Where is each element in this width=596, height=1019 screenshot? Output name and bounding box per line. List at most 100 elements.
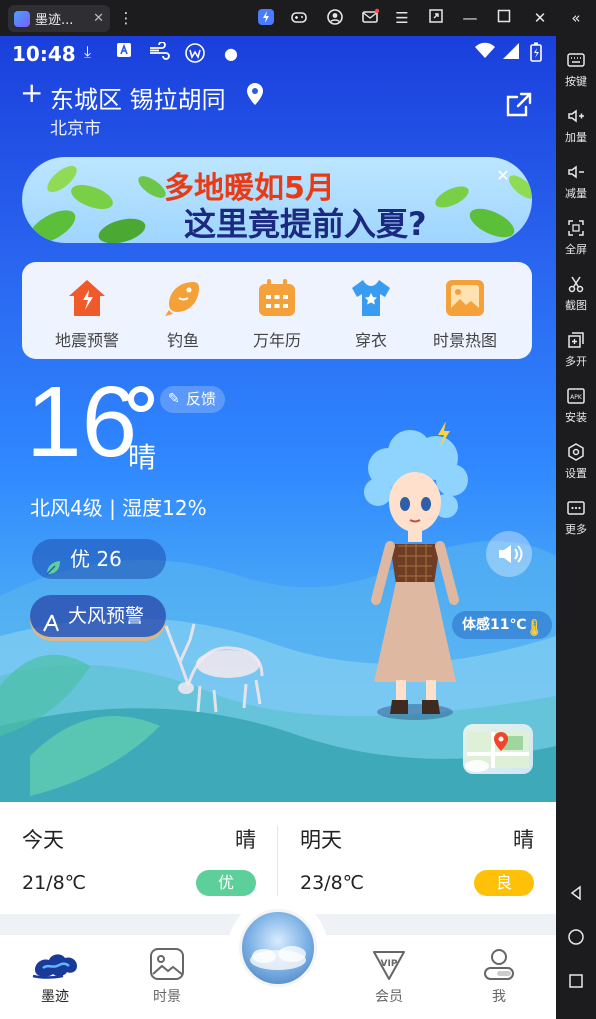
- quick-item-label: 穿衣: [354, 331, 387, 350]
- collapse-sidebar-icon[interactable]: «: [566, 8, 586, 28]
- android-home-button[interactable]: [556, 928, 596, 951]
- side-tool-settings[interactable]: 设置: [556, 442, 596, 481]
- feels-like-pill[interactable]: 体感11℃ 🌡: [452, 611, 553, 639]
- multi-instance-icon: [566, 330, 586, 350]
- promo-banner[interactable]: 多地暖如5月 这里竟提前入夏? ✕: [22, 157, 532, 243]
- voice-broadcast-button[interactable]: [486, 531, 532, 577]
- side-tool-volume-down[interactable]: 减量: [556, 162, 596, 201]
- recents-square-icon: [566, 972, 586, 992]
- side-tool-label: 安装: [565, 411, 587, 424]
- quick-item-fishing[interactable]: 钓鱼: [138, 276, 228, 351]
- banner-close-icon[interactable]: ✕: [494, 167, 512, 185]
- emulator-side-toolbar: 按键 加量 减量 全屏 截图 多开 APK 安装 设置 更多: [556, 36, 596, 1019]
- mail-icon[interactable]: [360, 8, 380, 28]
- nav-item-profile[interactable]: 我: [464, 946, 534, 1006]
- side-tool-multi-instance[interactable]: 多开: [556, 330, 596, 369]
- feedback-button[interactable]: ✎ 反馈: [160, 386, 226, 413]
- forecast-day: 今天: [22, 828, 64, 852]
- account-icon[interactable]: [325, 8, 345, 28]
- current-condition: 晴: [128, 441, 157, 474]
- vip-icon: VIP: [371, 946, 407, 982]
- image-icon: [443, 276, 487, 320]
- side-tool-label: 设置: [565, 467, 587, 480]
- side-tool-install[interactable]: APK 安装: [556, 386, 596, 425]
- emulator-window: 墨迹... ✕ ⋮ ☰ — ✕ « 按键 加量 减量 全屏 截图 多开 APK …: [0, 0, 596, 1019]
- nav-item-moji[interactable]: 墨迹: [20, 946, 90, 1006]
- w-badge-icon: [184, 42, 206, 68]
- quick-menu: 地震预警 钓鱼 万年历 穿衣 时景热图: [22, 262, 532, 359]
- side-tool-fullscreen[interactable]: 全屏: [556, 218, 596, 257]
- location-district[interactable]: 东城区 锡拉胡同: [50, 80, 226, 115]
- fullscreen-icon: [566, 218, 586, 238]
- side-tool-keyboard[interactable]: 按键: [556, 50, 596, 89]
- hamburger-menu-icon[interactable]: ☰: [392, 8, 412, 28]
- phone-screen: 10:48 ⤓ ● + 东城区 锡拉胡同 北京市 多地暖如5月 这里竟提前入夏?…: [0, 36, 556, 1019]
- wind-notification-icon: [148, 41, 170, 64]
- forecast-today[interactable]: 今天 晴 21/8℃ 优: [0, 802, 278, 914]
- side-tool-label: 全屏: [565, 243, 587, 256]
- quick-item-earthquake[interactable]: 地震预警: [42, 276, 132, 351]
- restore-window-icon[interactable]: [426, 8, 446, 28]
- tab-close-icon[interactable]: ✕: [93, 11, 104, 26]
- back-triangle-icon: [566, 884, 586, 904]
- quick-item-label: 时景热图: [432, 331, 497, 350]
- home-circle-icon: [566, 928, 586, 948]
- weather-alert-pill[interactable]: 大风预警: [30, 595, 166, 637]
- add-city-icon[interactable]: +: [20, 78, 43, 108]
- side-tool-more[interactable]: 更多: [556, 498, 596, 537]
- aqi-label: 优 26: [70, 547, 122, 571]
- location-pin-icon: [246, 82, 264, 110]
- quick-item-calendar[interactable]: 万年历: [232, 276, 322, 351]
- share-icon[interactable]: [504, 90, 534, 124]
- current-temperature: 16: [26, 366, 138, 478]
- forecast-day: 明天: [300, 828, 342, 852]
- tabs-menu-icon[interactable]: ⋮: [116, 8, 136, 28]
- banner-headline-2: 这里竟提前入夏?: [184, 205, 427, 243]
- gamepad-icon[interactable]: [289, 8, 309, 28]
- wind-alert-icon: [42, 606, 62, 648]
- quick-item-photo-heatmap[interactable]: 时景热图: [420, 276, 510, 351]
- sky-photo-thumbnail: [250, 946, 306, 970]
- download-icon: ⤓: [84, 42, 92, 61]
- close-window-icon[interactable]: ✕: [530, 8, 550, 28]
- more-icon: [566, 498, 586, 518]
- side-tool-label: 多开: [565, 355, 587, 368]
- degree-symbol: [128, 386, 154, 412]
- side-tool-volume-up[interactable]: 加量: [556, 106, 596, 145]
- forecast-tomorrow[interactable]: 明天 晴 23/8℃ 良: [278, 802, 556, 914]
- speaker-icon: [499, 545, 523, 563]
- scissors-icon: [566, 274, 586, 294]
- forecast-aqi-badge: 良: [474, 870, 534, 896]
- quick-item-label: 钓鱼: [166, 331, 199, 350]
- nav-item-vip[interactable]: VIP 会员: [354, 946, 424, 1006]
- nav-item-scenery[interactable]: 时景: [132, 946, 202, 1006]
- android-recents-button[interactable]: [556, 972, 596, 995]
- app-tab[interactable]: 墨迹... ✕: [8, 5, 110, 32]
- side-tool-label: 更多: [565, 523, 587, 536]
- dot-indicator-icon: ●: [224, 44, 238, 63]
- quick-item-clothing[interactable]: 穿衣: [326, 276, 416, 351]
- weather-map-button[interactable]: [463, 724, 533, 774]
- leaf-icon: [44, 550, 62, 590]
- side-tool-label: 按键: [565, 75, 587, 88]
- apk-install-icon: APK: [566, 386, 586, 406]
- wind-humidity: 北风4级 | 湿度12%: [30, 496, 207, 520]
- status-bar: 10:48 ⤓ ●: [0, 36, 556, 72]
- android-back-button[interactable]: [556, 884, 596, 907]
- profile-icon: [481, 946, 517, 982]
- aqi-pill[interactable]: 优 26: [32, 539, 166, 579]
- boost-icon[interactable]: [256, 8, 276, 28]
- settings-icon: [566, 442, 586, 462]
- nav-label: 会员: [375, 989, 403, 1005]
- calendar-icon: [255, 276, 299, 320]
- fish-icon: [161, 276, 205, 320]
- maximize-icon[interactable]: [494, 8, 514, 28]
- minimize-icon[interactable]: —: [460, 8, 480, 28]
- moji-cloud-icon: [32, 946, 77, 982]
- avatar-character-illustration[interactable]: [350, 416, 480, 726]
- side-tool-label: 减量: [565, 187, 587, 200]
- signal-icon: [502, 42, 520, 64]
- side-tool-screenshot[interactable]: 截图: [556, 274, 596, 313]
- battery-icon: [530, 42, 542, 66]
- nav-center-photo-button[interactable]: [239, 909, 317, 987]
